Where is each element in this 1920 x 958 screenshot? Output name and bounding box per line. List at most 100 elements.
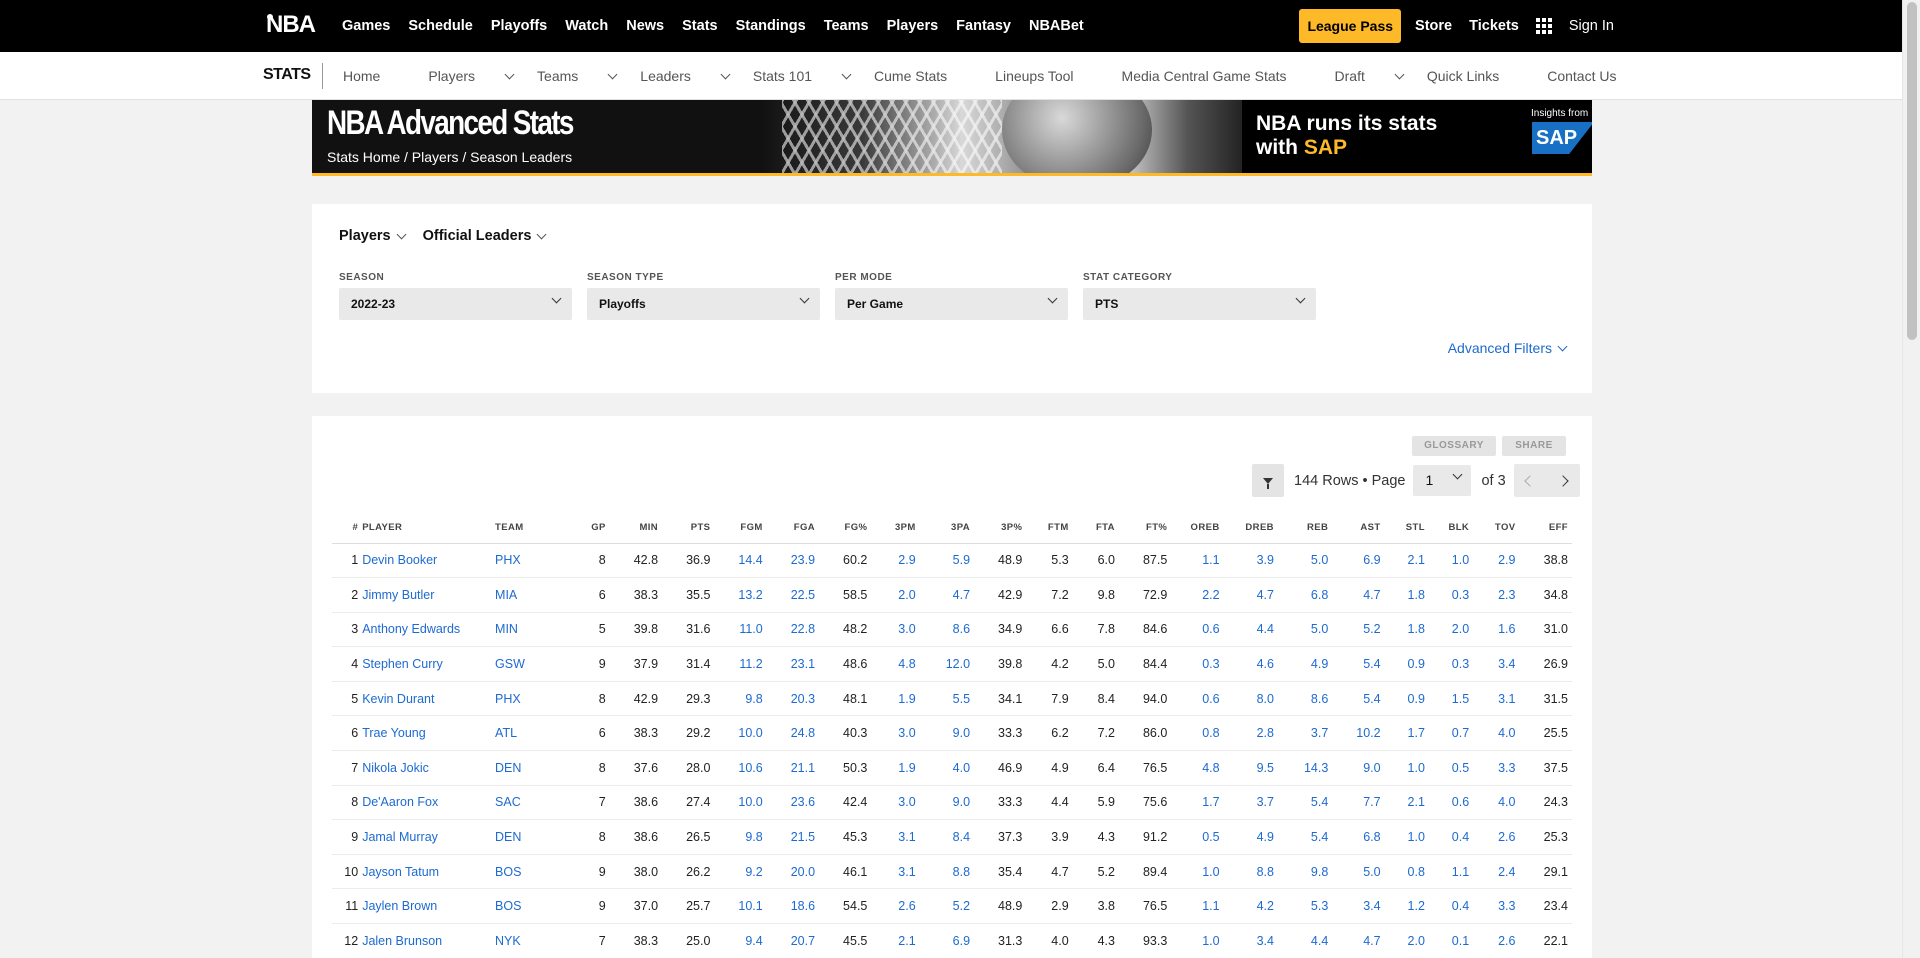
player-name-link[interactable]: Jayson Tatum [362, 854, 496, 890]
table-cell-fga[interactable]: 23.9 [766, 543, 820, 579]
table-cell-fgm[interactable]: 10.1 [714, 888, 767, 925]
subnav-link-stats-101[interactable]: Stats 101 [753, 68, 852, 84]
table-cell-oreb[interactable]: 0.5 [1171, 819, 1224, 855]
player-name-link[interactable]: Jimmy Butler [362, 577, 496, 613]
team-link[interactable]: MIA [495, 577, 568, 613]
table-cell-reb[interactable]: 14.3 [1277, 750, 1333, 786]
table-cell-fga[interactable]: 20.7 [766, 923, 820, 958]
table-cell-oreb[interactable]: 0.3 [1171, 646, 1224, 682]
column-header-eff[interactable]: EFF [1519, 513, 1572, 544]
table-cell-oreb[interactable]: 0.8 [1171, 715, 1224, 752]
table-cell-3pa[interactable]: 8.6 [919, 612, 975, 648]
table-cell-stl[interactable]: 1.0 [1384, 819, 1429, 855]
table-cell-blk[interactable]: 2.0 [1428, 612, 1474, 648]
subnav-link-contact-us[interactable]: Contact Us [1547, 68, 1640, 84]
nav-link-fantasy[interactable]: Fantasy [956, 18, 1011, 34]
column-header-fg-pct[interactable]: FG% [819, 513, 872, 544]
table-cell-3pa[interactable]: 5.5 [919, 681, 975, 717]
table-cell-3pa[interactable]: 12.0 [919, 646, 975, 682]
table-cell-ast[interactable]: 5.4 [1332, 646, 1385, 682]
nba-logo[interactable]: NBA [263, 9, 316, 41]
table-cell-stl[interactable]: 1.0 [1384, 750, 1429, 786]
table-cell-blk[interactable]: 0.4 [1428, 888, 1474, 925]
nav-link-watch[interactable]: Watch [565, 18, 608, 34]
table-cell-dreb[interactable]: 8.8 [1223, 854, 1278, 890]
table-cell-oreb[interactable]: 1.1 [1171, 888, 1224, 925]
table-cell-stl[interactable]: 1.2 [1384, 888, 1429, 925]
nav-link-games[interactable]: Games [342, 18, 390, 34]
table-cell-stl[interactable]: 1.8 [1384, 577, 1429, 613]
column-header-tov[interactable]: TOV [1473, 513, 1520, 544]
player-name-link[interactable]: Jamal Murray [362, 819, 496, 855]
table-cell-fgm[interactable]: 9.8 [714, 819, 767, 855]
table-cell-oreb[interactable]: 2.2 [1171, 577, 1224, 613]
subnav-link-draft[interactable]: Draft [1335, 68, 1405, 84]
table-cell-dreb[interactable]: 3.7 [1223, 785, 1278, 821]
player-name-link[interactable]: Devin Booker [362, 543, 496, 579]
column-header-player[interactable]: PLAYER [362, 513, 496, 544]
nav-link-playoffs[interactable]: Playoffs [491, 18, 547, 34]
table-cell-oreb[interactable]: 4.8 [1171, 750, 1224, 786]
table-cell-reb[interactable]: 5.4 [1277, 819, 1333, 855]
team-link[interactable]: NYK [495, 923, 568, 958]
table-cell-dreb[interactable]: 4.7 [1223, 577, 1278, 613]
team-link[interactable]: BOS [495, 888, 568, 925]
team-link[interactable]: DEN [495, 750, 568, 786]
table-cell-oreb[interactable]: 1.0 [1171, 854, 1224, 890]
nav-link-stats[interactable]: Stats [682, 18, 717, 34]
column-header-fgm[interactable]: FGM [714, 513, 767, 544]
table-cell-stl[interactable]: 0.9 [1384, 681, 1429, 717]
column-header-3p-pct[interactable]: 3P% [974, 513, 1027, 544]
table-cell-fga[interactable]: 18.6 [766, 888, 820, 925]
table-cell-blk[interactable]: 0.5 [1428, 750, 1474, 786]
subnav-link-leaders[interactable]: Leaders [640, 68, 731, 84]
table-cell-fgm[interactable]: 10.6 [714, 750, 767, 786]
table-cell-ast[interactable]: 9.0 [1332, 750, 1385, 786]
stats-brand[interactable]: STATS [263, 66, 311, 84]
player-name-link[interactable]: De'Aaron Fox [362, 785, 496, 821]
table-cell-tov[interactable]: 4.0 [1473, 785, 1520, 821]
nav-link-standings[interactable]: Standings [736, 18, 806, 34]
tickets-link[interactable]: Tickets [1469, 18, 1519, 34]
table-cell-3pa[interactable]: 5.9 [919, 543, 975, 579]
season-select[interactable]: 2022-23 [339, 288, 572, 320]
player-name-link[interactable]: Jalen Brunson [362, 923, 496, 958]
nav-link-news[interactable]: News [626, 18, 664, 34]
share-button[interactable]: SHARE [1502, 436, 1566, 456]
table-cell-ast[interactable]: 5.0 [1332, 854, 1385, 890]
column-header-fga[interactable]: FGA [766, 513, 820, 544]
table-cell-ast[interactable]: 7.7 [1332, 785, 1385, 821]
subnav-link-home[interactable]: Home [343, 68, 404, 84]
table-cell-ast[interactable]: 4.7 [1332, 577, 1385, 613]
subnav-link-media-central-game-stats[interactable]: Media Central Game Stats [1122, 68, 1311, 84]
table-cell-reb[interactable]: 4.4 [1277, 923, 1333, 958]
table-cell-fga[interactable]: 20.3 [766, 681, 820, 717]
table-cell-3pm[interactable]: 4.8 [871, 646, 920, 682]
table-cell-reb[interactable]: 3.7 [1277, 715, 1333, 752]
column-header-ast[interactable]: AST [1332, 513, 1385, 544]
table-cell-tov[interactable]: 4.0 [1473, 715, 1520, 752]
table-cell-blk[interactable]: 1.1 [1428, 854, 1474, 890]
table-cell-oreb[interactable]: 1.7 [1171, 785, 1224, 821]
table-cell-3pm[interactable]: 2.0 [871, 577, 920, 613]
column-header-3pa[interactable]: 3PA [919, 513, 975, 544]
table-cell-3pm[interactable]: 2.6 [871, 888, 920, 925]
table-cell-tov[interactable]: 2.6 [1473, 923, 1520, 958]
table-cell-oreb[interactable]: 0.6 [1171, 681, 1224, 717]
glossary-button[interactable]: GLOSSARY [1412, 436, 1496, 456]
column-header-reb[interactable]: REB [1277, 513, 1333, 544]
table-cell-3pa[interactable]: 5.2 [919, 888, 975, 925]
table-cell-fga[interactable]: 24.8 [766, 715, 820, 752]
scrollbar-thumb[interactable] [1907, 2, 1917, 340]
per-mode-select[interactable]: Per Game [835, 288, 1068, 320]
team-link[interactable]: SAC [495, 785, 568, 821]
table-cell-reb[interactable]: 4.9 [1277, 646, 1333, 682]
column-header-pts[interactable]: PTS [662, 513, 715, 544]
column-header-rank[interactable]: # [332, 513, 363, 544]
subnav-link-cume-stats[interactable]: Cume Stats [874, 68, 971, 84]
table-cell-tov[interactable]: 2.9 [1473, 543, 1520, 579]
table-cell-reb[interactable]: 9.8 [1277, 854, 1333, 890]
nav-link-nbabet[interactable]: NBABet [1029, 18, 1084, 34]
table-cell-fgm[interactable]: 11.0 [714, 612, 767, 648]
column-header-oreb[interactable]: OREB [1171, 513, 1224, 544]
